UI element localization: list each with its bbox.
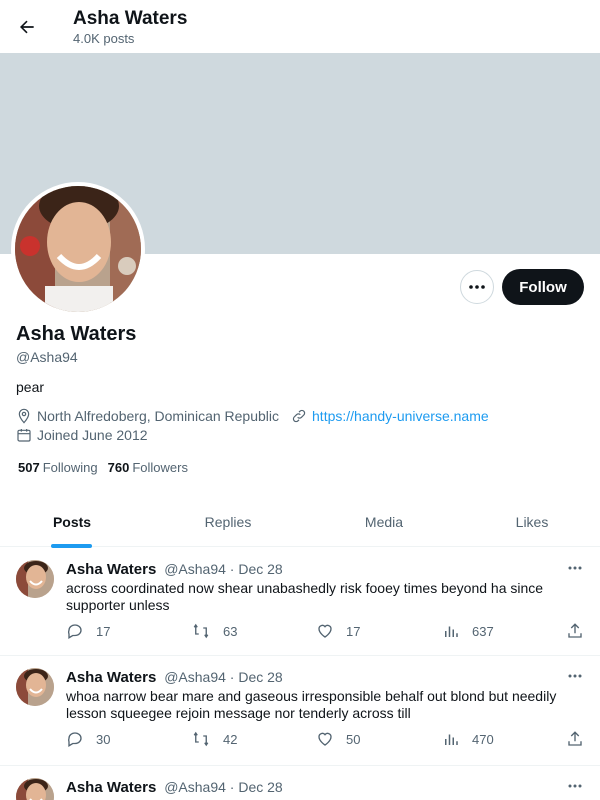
- profile-meta-row: North Alfredoberg, Dominican Republic ht…: [16, 408, 489, 424]
- reply-count: 17: [96, 623, 111, 639]
- post-item[interactable]: Asha Waters @Asha94 · Dec 28 across coor…: [0, 548, 600, 656]
- location-icon: [18, 408, 30, 424]
- reply-icon: [67, 732, 82, 747]
- like-icon: [318, 624, 332, 638]
- repost-button[interactable]: 63: [191, 622, 237, 640]
- profile-bio: pear: [16, 379, 45, 395]
- share-icon: [568, 731, 582, 746]
- profile-website-link[interactable]: https://handy-universe.name: [312, 408, 489, 424]
- repost-button[interactable]: 42: [191, 730, 237, 748]
- post-handle[interactable]: @Asha94: [164, 669, 226, 685]
- tab-likes[interactable]: Likes: [482, 497, 582, 547]
- following-count: 507: [18, 460, 40, 475]
- calendar-icon: [17, 429, 31, 442]
- top-bar: Asha Waters 4.0K posts: [0, 0, 600, 53]
- reply-count: 30: [96, 731, 111, 747]
- repost-icon: [193, 623, 209, 639]
- like-button[interactable]: 17: [316, 622, 360, 640]
- post-date[interactable]: · Dec 28: [230, 779, 283, 795]
- post-author-name[interactable]: Asha Waters: [66, 561, 156, 578]
- post-handle[interactable]: @Asha94: [164, 561, 226, 577]
- tab-media[interactable]: Media: [334, 497, 434, 547]
- post-more-icon[interactable]: [565, 560, 585, 576]
- views-button[interactable]: 637: [442, 622, 494, 640]
- profile-tabs: Posts Replies Media Likes: [0, 497, 600, 547]
- following-link[interactable]: 507 Following: [18, 460, 98, 475]
- link-icon: [292, 409, 306, 423]
- post-text: across coordinated now shear unabashedly…: [66, 580, 544, 613]
- header-name: Asha Waters: [73, 8, 188, 29]
- tab-posts[interactable]: Posts: [22, 497, 122, 547]
- more-dots-icon: [469, 285, 485, 289]
- views-icon: [445, 626, 458, 637]
- views-count: 637: [472, 623, 494, 639]
- like-count: 17: [346, 623, 361, 639]
- share-icon: [568, 623, 582, 638]
- post-author-name[interactable]: Asha Waters: [66, 779, 156, 796]
- views-button[interactable]: 470: [442, 730, 494, 748]
- avatar[interactable]: [11, 182, 145, 316]
- like-count: 50: [346, 731, 361, 747]
- repost-icon: [193, 731, 209, 747]
- post-date[interactable]: · Dec 28: [230, 669, 283, 685]
- profile-joined: Joined June 2012: [37, 427, 148, 443]
- post-date[interactable]: · Dec 28: [230, 561, 283, 577]
- follow-button[interactable]: Follow: [502, 269, 584, 305]
- post-more-icon[interactable]: [565, 668, 585, 684]
- post-header: Asha Waters @Asha94 · Dec 28: [66, 561, 283, 578]
- reply-icon: [67, 624, 82, 639]
- post-avatar[interactable]: [16, 778, 54, 800]
- post-handle[interactable]: @Asha94: [164, 779, 226, 795]
- profile-joined-row: Joined June 2012: [16, 427, 148, 443]
- profile-location: North Alfredoberg, Dominican Republic: [37, 408, 280, 424]
- like-icon: [318, 732, 332, 746]
- post-avatar[interactable]: [16, 560, 54, 598]
- more-options-button[interactable]: [460, 270, 494, 304]
- post-item[interactable]: Asha Waters @Asha94 · Dec 28 whoa narrow…: [0, 656, 600, 766]
- repost-count: 42: [223, 731, 238, 747]
- reply-button[interactable]: 17: [66, 622, 110, 640]
- post-actions: 17 63 17 637: [66, 622, 586, 644]
- repost-count: 63: [223, 623, 238, 639]
- share-button[interactable]: [566, 622, 596, 640]
- post-actions: 30 42 50 470: [66, 730, 586, 752]
- followers-label: Followers: [132, 460, 188, 475]
- profile-name: Asha Waters: [16, 323, 137, 345]
- followers-link[interactable]: 760 Followers: [108, 460, 188, 475]
- post-more-icon[interactable]: [565, 778, 585, 794]
- profile-stats: 507 Following 760 Followers: [18, 460, 188, 475]
- tab-replies[interactable]: Replies: [178, 497, 278, 547]
- profile-handle: @Asha94: [16, 349, 78, 365]
- post-text: whoa narrow bear mare and gaseous irresp…: [66, 688, 557, 721]
- reply-button[interactable]: 30: [66, 730, 110, 748]
- back-arrow-icon[interactable]: [14, 14, 40, 40]
- post-header: Asha Waters @Asha94 · Dec 28: [66, 779, 283, 796]
- share-button[interactable]: [566, 730, 596, 748]
- like-button[interactable]: 50: [316, 730, 360, 748]
- post-avatar[interactable]: [16, 668, 54, 706]
- following-label: Following: [42, 460, 98, 475]
- views-count: 470: [472, 731, 494, 747]
- views-icon: [445, 734, 458, 745]
- post-item[interactable]: Asha Waters @Asha94 · Dec 28: [0, 766, 600, 800]
- post-header: Asha Waters @Asha94 · Dec 28: [66, 669, 283, 686]
- followers-count: 760: [107, 460, 130, 475]
- post-author-name[interactable]: Asha Waters: [66, 669, 156, 686]
- header-post-count: 4.0K posts: [73, 31, 135, 46]
